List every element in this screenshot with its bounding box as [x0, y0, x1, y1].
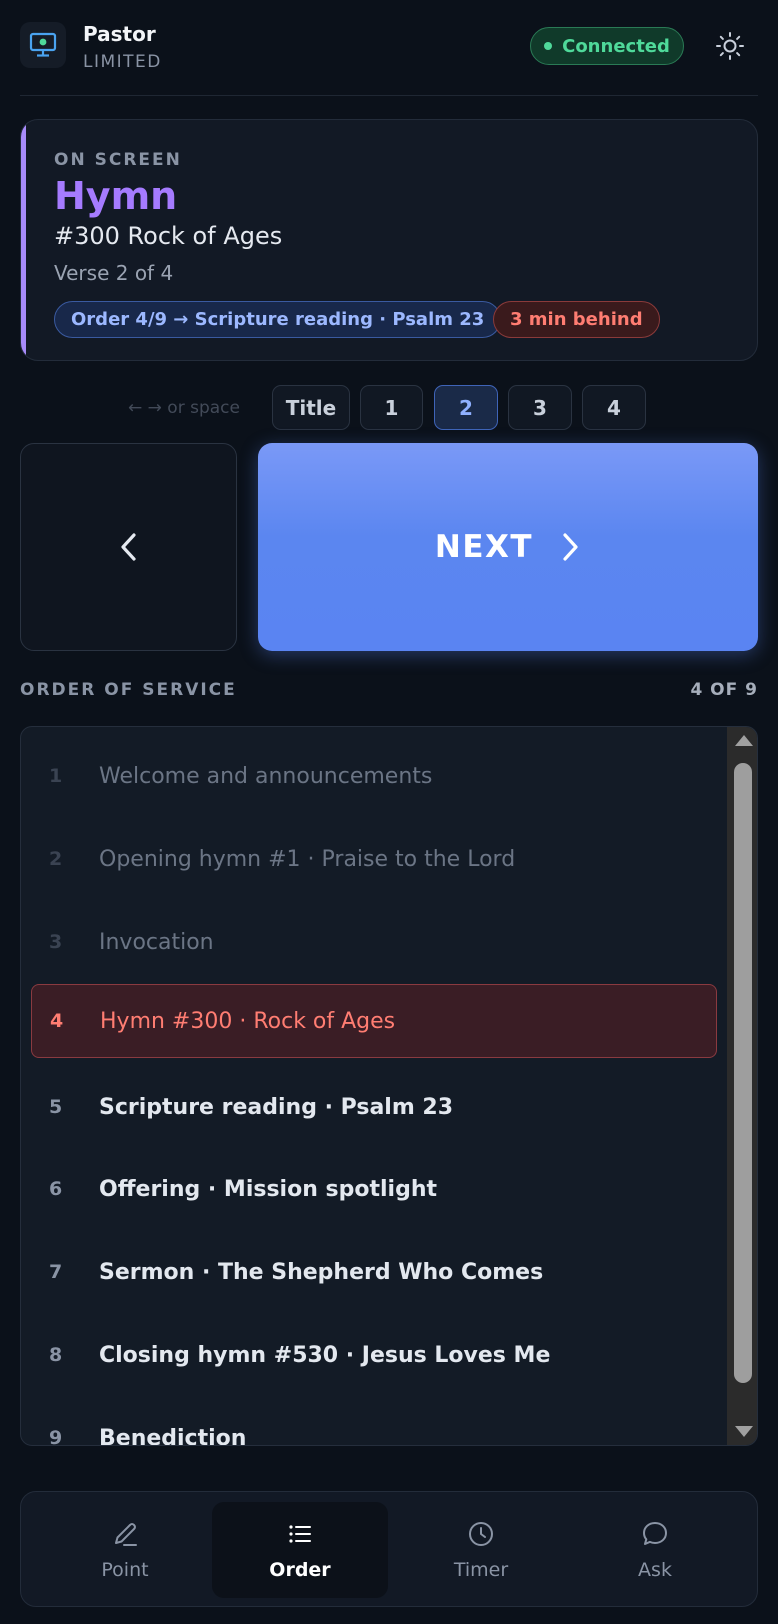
order-item-number: 4: [50, 1010, 64, 1032]
order-item-label: Welcome and announcements: [99, 763, 433, 789]
order-item-label: Hymn #300 · Rock of Ages: [100, 1008, 396, 1034]
order-item-1[interactable]: 1 Welcome and announcements: [31, 739, 717, 813]
order-item-3[interactable]: 3 Invocation: [31, 905, 717, 979]
order-item-number: 1: [49, 765, 63, 787]
order-item-5[interactable]: 5 Scripture reading · Psalm 23: [31, 1070, 717, 1144]
app-header: Pastor LIMITED Connected: [0, 0, 778, 96]
nav-tab-label: Timer: [453, 1559, 509, 1581]
order-item-number: 9: [49, 1427, 63, 1446]
order-item-7[interactable]: 7 Sermon · The Shepherd Who Comes: [31, 1235, 717, 1309]
verse-button-title[interactable]: Title: [272, 385, 350, 430]
order-item-label: Sermon · The Shepherd Who Comes: [99, 1259, 544, 1285]
order-item-number: 6: [49, 1178, 63, 1200]
next-order-chip: Order 4/9 → Scripture reading · Psalm 23: [54, 301, 502, 338]
header-divider: [20, 95, 758, 96]
pencil-icon: [115, 1523, 137, 1546]
order-item-number: 2: [49, 848, 63, 870]
next-button[interactable]: NEXT: [258, 443, 758, 651]
on-screen-card: ON SCREEN Hymn #300 Rock of Ages Verse 2…: [20, 119, 758, 361]
sun-icon: [716, 32, 744, 60]
order-list-scrollbar[interactable]: [727, 727, 757, 1445]
status-dot-icon: [544, 42, 553, 50]
order-progress-count: 4 OF 9: [690, 680, 758, 700]
list-icon: [289, 1525, 311, 1543]
order-item-8[interactable]: 8 Closing hymn #530 · Jesus Loves Me: [31, 1318, 717, 1392]
verse-button-4[interactable]: 4: [582, 385, 646, 430]
nav-tab-order[interactable]: Order: [212, 1502, 388, 1598]
order-item-6[interactable]: 6 Offering · Mission spotlight: [31, 1152, 717, 1226]
order-section-title: ORDER OF SERVICE: [20, 680, 237, 700]
order-item-number: 5: [49, 1096, 63, 1118]
order-item-label: Benediction: [99, 1425, 247, 1446]
order-item-number: 3: [49, 931, 63, 953]
on-screen-verse: Verse 2 of 4: [54, 261, 174, 285]
scroll-up-arrow-icon[interactable]: [735, 735, 753, 746]
chat-bubble-icon: [643, 1522, 667, 1545]
app-name: Pastor: [83, 22, 156, 46]
on-screen-title: #300 Rock of Ages: [54, 222, 283, 250]
order-item-label: Opening hymn #1 · Praise to the Lord: [99, 846, 516, 872]
theme-toggle-button[interactable]: [712, 28, 748, 64]
scroll-down-arrow-icon[interactable]: [735, 1426, 753, 1437]
order-item-2[interactable]: 2 Opening hymn #1 · Praise to the Lord: [31, 822, 717, 896]
schedule-behind-chip: 3 min behind: [493, 301, 660, 338]
verse-button-1[interactable]: 1: [360, 385, 423, 430]
nav-tab-label: Ask: [638, 1559, 672, 1581]
nav-tab-timer[interactable]: Timer: [393, 1502, 569, 1598]
nav-tab-label: Order: [269, 1559, 331, 1581]
on-screen-kind: Hymn: [54, 174, 178, 218]
card-accent-bar: [21, 120, 26, 360]
connection-status-badge: Connected: [530, 27, 684, 65]
order-item-label: Closing hymn #530 · Jesus Loves Me: [99, 1342, 551, 1368]
keyboard-hint: ← → or space: [128, 398, 240, 418]
nav-tab-point[interactable]: Point: [37, 1502, 213, 1598]
chevron-left-icon: [120, 533, 136, 561]
app-tier: LIMITED: [83, 52, 162, 72]
bottom-nav: Point Order Timer Ask: [20, 1491, 758, 1607]
previous-button[interactable]: [20, 443, 237, 651]
on-screen-label: ON SCREEN: [54, 150, 182, 170]
order-item-label: Invocation: [99, 929, 214, 955]
connection-status-label: Connected: [562, 35, 670, 57]
monitor-icon: [20, 22, 66, 68]
order-item-number: 7: [49, 1261, 63, 1283]
verse-button-2[interactable]: 2: [434, 385, 498, 430]
order-item-4-current[interactable]: 4 Hymn #300 · Rock of Ages: [31, 984, 717, 1058]
order-item-label: Scripture reading · Psalm 23: [99, 1094, 454, 1120]
scrollbar-thumb[interactable]: [734, 763, 752, 1383]
clock-icon: [469, 1522, 493, 1546]
order-list[interactable]: 1 Welcome and announcements 2 Opening hy…: [20, 726, 758, 1446]
next-button-label: NEXT: [434, 529, 534, 565]
nav-tab-ask[interactable]: Ask: [567, 1502, 743, 1598]
chevron-right-icon: [563, 533, 578, 561]
nav-tab-label: Point: [101, 1559, 149, 1581]
order-item-9[interactable]: 9 Benediction: [31, 1401, 717, 1446]
order-item-label: Offering · Mission spotlight: [99, 1176, 438, 1202]
order-item-number: 8: [49, 1344, 63, 1366]
verse-button-3[interactable]: 3: [508, 385, 572, 430]
